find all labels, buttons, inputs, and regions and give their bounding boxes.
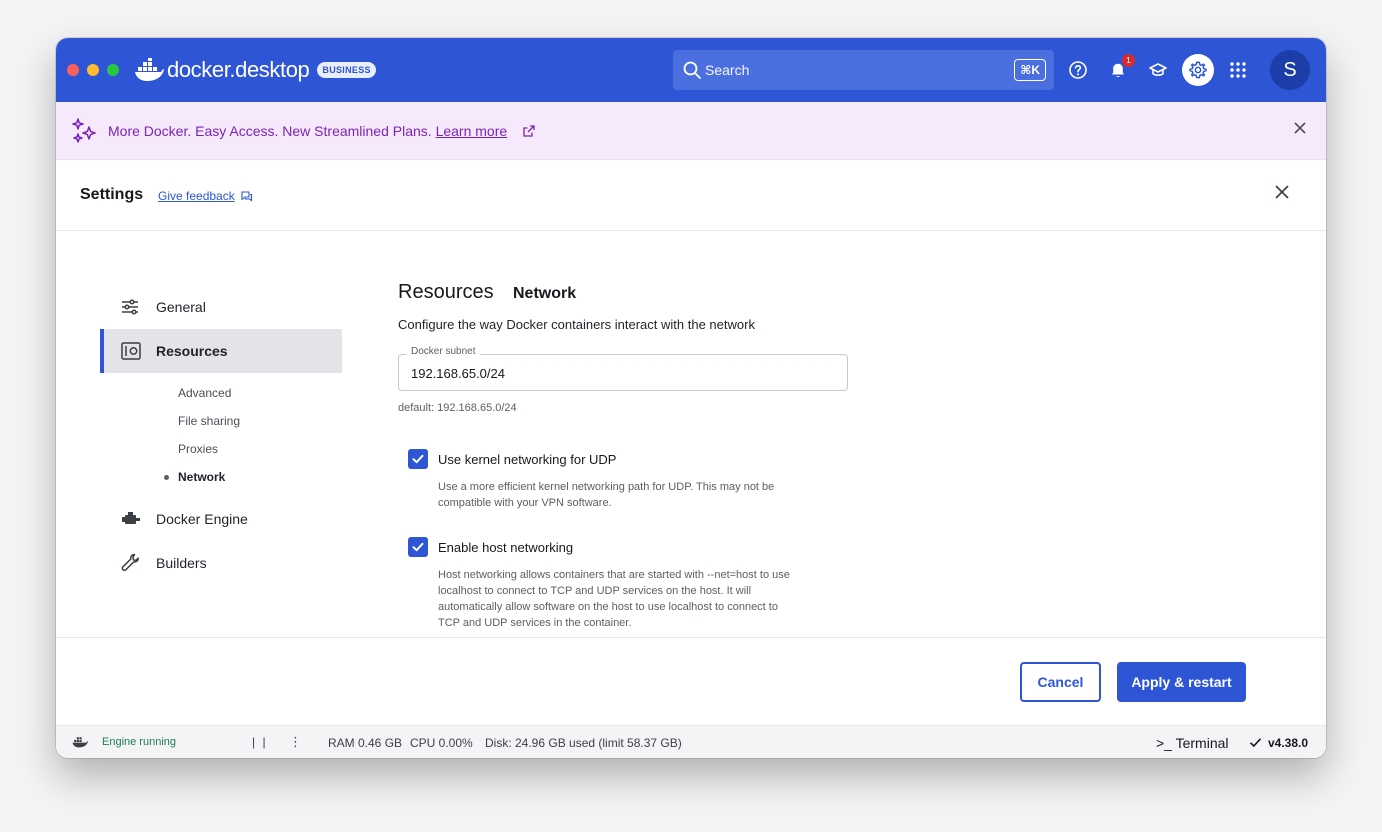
kernel-udp-checkbox[interactable] — [408, 449, 428, 469]
brand-name: docker.desktop — [167, 57, 310, 82]
section-description: Configure the way Docker containers inte… — [398, 317, 755, 332]
feedback-icon[interactable] — [240, 190, 253, 203]
minimize-window-button[interactable] — [87, 64, 99, 76]
docker-subnet-label: Docker subnet — [406, 346, 481, 357]
give-feedback-link[interactable]: Give feedback — [158, 189, 235, 203]
business-badge: BUSINESS — [317, 62, 376, 78]
apply-restart-button[interactable]: Apply & restart — [1117, 662, 1246, 702]
host-networking-checkbox[interactable] — [408, 537, 428, 557]
docker-subnet-helper: default: 192.168.65.0/24 — [398, 402, 517, 414]
page-title: Settings — [80, 186, 144, 203]
kernel-udp-label: Use kernel networking for UDP — [438, 452, 617, 467]
sidebar-item-label: Docker Engine — [156, 511, 248, 527]
wrench-icon — [121, 553, 139, 572]
check-icon — [1249, 738, 1262, 748]
help-line: Host networking allows containers that a… — [438, 569, 790, 581]
close-promo-icon[interactable] — [1293, 121, 1307, 135]
external-link-icon[interactable] — [522, 124, 536, 138]
disk-usage: Disk: 24.96 GB used (limit 58.37 GB) — [485, 736, 682, 750]
close-window-button[interactable] — [67, 64, 79, 76]
docker-desktop-window: docker.desktop BUSINESS Search ⌘K 1 S Mo… — [56, 38, 1326, 758]
gear-icon — [1189, 61, 1207, 79]
search-bar[interactable]: Search ⌘K — [673, 50, 1054, 90]
notification-count-badge: 1 — [1122, 54, 1135, 67]
docker-subnet-value: 192.168.65.0/24 — [411, 366, 505, 381]
search-icon — [683, 61, 701, 79]
sidebar-item-label: Resources — [156, 343, 228, 359]
sidebar-item-label: General — [156, 299, 206, 315]
search-shortcut-badge: ⌘K — [1014, 59, 1046, 81]
more-options-icon[interactable]: ⋮ — [289, 734, 302, 750]
sidebar-item-docker-engine[interactable]: Docker Engine — [100, 497, 342, 541]
learn-more-link[interactable]: Learn more — [436, 123, 508, 139]
resources-icon — [121, 342, 141, 360]
checkmark-icon — [412, 454, 424, 464]
pause-engine-button[interactable]: | | — [252, 735, 268, 749]
apps-grid-icon[interactable] — [1226, 58, 1250, 82]
docker-logo: docker.desktop BUSINESS — [134, 54, 376, 86]
help-line: compatible with your VPN software. — [438, 497, 612, 509]
status-bar: Engine running | | ⋮ RAM 0.46 GB CPU 0.0… — [56, 725, 1326, 758]
promo-banner: More Docker. Easy Access. New Streamline… — [56, 102, 1326, 160]
maximize-window-button[interactable] — [107, 64, 119, 76]
sidebar-item-label: Builders — [156, 555, 207, 571]
section-title: Resources — [398, 281, 494, 303]
footer-divider — [56, 637, 1326, 638]
sidebar-subitem-file-sharing[interactable]: File sharing — [178, 414, 240, 428]
subsection-title: Network — [513, 285, 577, 302]
sidebar-subitem-network[interactable]: Network — [178, 470, 225, 484]
sidebar-subitem-advanced[interactable]: Advanced — [178, 386, 231, 400]
sidebar-item-general[interactable]: General — [100, 285, 342, 329]
cpu-usage: CPU 0.00% — [410, 736, 473, 750]
settings-header: Settings Give feedback — [56, 160, 1326, 231]
sidebar-item-resources[interactable]: Resources — [100, 329, 342, 373]
docker-whale-icon — [72, 737, 88, 748]
sliders-icon — [122, 299, 138, 315]
help-icon[interactable] — [1066, 58, 1090, 82]
help-line: automatically allow software on the host… — [438, 601, 778, 613]
sidebar-item-builders[interactable]: Builders — [100, 541, 342, 585]
sparkle-icon — [72, 118, 96, 143]
close-settings-icon[interactable] — [1274, 184, 1290, 200]
title-bar: docker.desktop BUSINESS Search ⌘K 1 S — [56, 38, 1326, 102]
active-indicator-dot — [164, 475, 169, 480]
search-placeholder: Search — [705, 62, 750, 78]
docker-whale-icon — [135, 58, 164, 81]
host-networking-label: Enable host networking — [438, 540, 574, 555]
engine-icon — [122, 512, 140, 524]
version-label[interactable]: v4.38.0 — [1268, 736, 1308, 750]
promo-message: More Docker. Easy Access. New Streamline… — [108, 123, 432, 139]
cancel-button[interactable]: Cancel — [1020, 662, 1101, 702]
promo-text: More Docker. Easy Access. New Streamline… — [108, 123, 507, 139]
learning-center-icon[interactable] — [1146, 58, 1170, 82]
host-networking-help: Host networking allows containers that a… — [438, 567, 858, 631]
help-line: TCP and UDP services in the container. — [438, 617, 632, 629]
kernel-udp-help: Use a more efficient kernel networking p… — [438, 479, 858, 511]
settings-gear-button[interactable] — [1182, 54, 1214, 86]
sidebar-subitem-proxies[interactable]: Proxies — [178, 442, 218, 456]
help-line: Use a more efficient kernel networking p… — [438, 481, 775, 493]
ram-usage: RAM 0.46 GB — [328, 736, 403, 750]
checkmark-icon — [412, 542, 424, 552]
engine-status: Engine running — [102, 736, 177, 748]
terminal-button[interactable]: >_ Terminal — [1156, 735, 1229, 751]
user-avatar[interactable]: S — [1270, 50, 1310, 90]
help-line: localhost to connect to TCP and UDP serv… — [438, 585, 752, 597]
